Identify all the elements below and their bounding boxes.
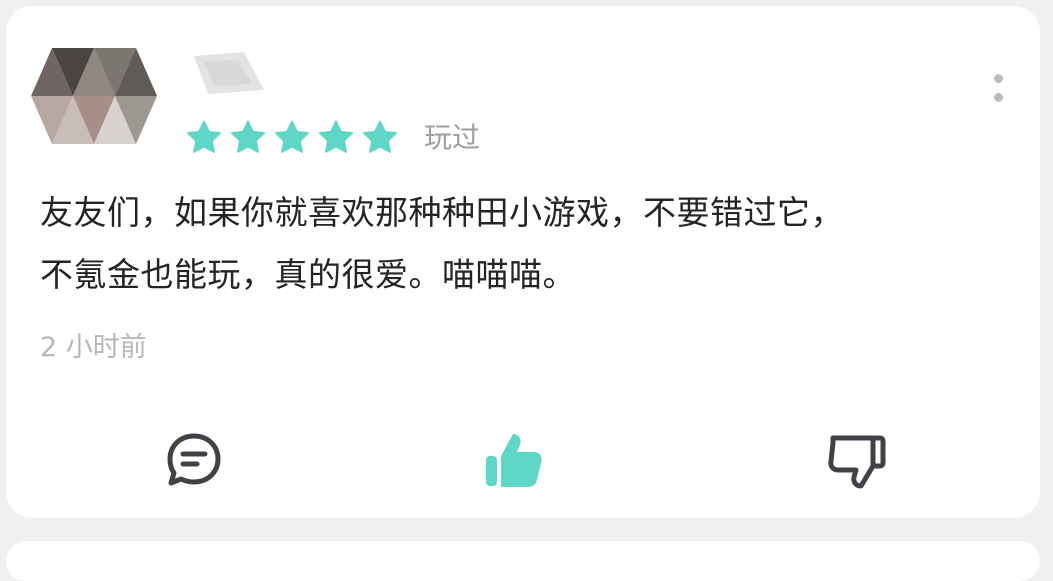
reply-button[interactable] [154,420,234,500]
review-text-line: 友友们，如果你就喜欢那种种田小游戏，不要错过它， [40,193,844,232]
thumbs-up-icon [486,434,542,487]
avatar[interactable] [30,48,160,144]
review-text: 友友们，如果你就喜欢那种种田小游戏，不要错过它， 不氪金也能玩，真的很爱。喵喵喵… [40,182,1000,306]
more-options-button[interactable] [986,66,1010,110]
action-bar [6,420,1040,500]
review-card: 玩过 友友们，如果你就喜欢那种种田小游戏，不要错过它， 不氪金也能玩，真的很爱。… [6,6,1040,518]
star-icon [272,118,312,158]
like-button[interactable] [474,420,554,500]
more-vertical-icon-dot [993,93,1003,102]
review-text-line: 不氪金也能玩，真的很爱。喵喵喵。 [40,255,576,294]
username-blurred[interactable] [186,50,268,96]
star-icon [184,118,224,158]
star-icon [360,118,400,158]
timestamp: 2 小时前 [40,332,147,363]
star-icon [228,118,268,158]
dislike-button[interactable] [816,420,896,500]
star-icon [316,118,356,158]
rating-row: 玩过 [184,118,480,158]
next-review-card [6,541,1040,581]
more-vertical-icon [993,74,1003,83]
played-tag: 玩过 [424,121,481,154]
thumbs-down-icon [828,435,886,489]
star-rating [184,118,400,158]
chat-bubble-icon [167,433,221,486]
